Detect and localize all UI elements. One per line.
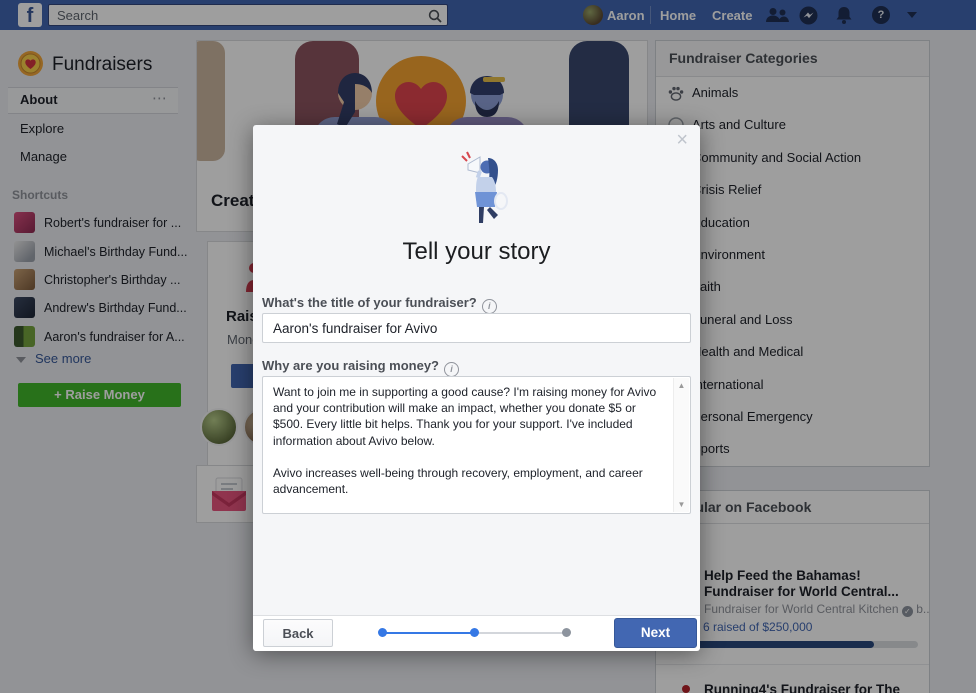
- facebook-fundraisers-page: f Aaron Home Create ? F: [0, 0, 976, 693]
- scroll-down-icon[interactable]: ▼: [674, 500, 689, 509]
- textarea-scrollbar[interactable]: ▲ ▼: [673, 378, 689, 512]
- next-button[interactable]: Next: [614, 618, 697, 648]
- info-icon[interactable]: i: [482, 299, 497, 314]
- megaphone-person-illustration: [444, 147, 510, 234]
- title-field-label: What's the title of your fundraiser? i: [262, 295, 497, 314]
- modal-footer: Back Next: [253, 615, 700, 651]
- progress-dot-3: [562, 628, 571, 637]
- modal-title: Tell your story: [253, 238, 700, 266]
- story-textarea-wrap: Want to join me in supporting a good cau…: [262, 376, 691, 514]
- back-button[interactable]: Back: [263, 619, 333, 647]
- progress-line-2: [474, 632, 566, 634]
- progress-dot-2: [470, 628, 479, 637]
- progress-dot-1: [378, 628, 387, 637]
- close-icon[interactable]: ×: [676, 129, 688, 152]
- progress-line-1: [382, 632, 474, 634]
- title-label-text: What's the title of your fundraiser?: [262, 295, 477, 310]
- fundraiser-story-textarea[interactable]: Want to join me in supporting a good cau…: [263, 377, 671, 513]
- scroll-up-icon[interactable]: ▲: [674, 381, 689, 390]
- tell-your-story-modal: × Tell your story What's the title of yo…: [253, 125, 700, 650]
- story-label-text: Why are you raising money?: [262, 358, 439, 373]
- story-field-label: Why are you raising money? i: [262, 358, 459, 377]
- fundraiser-title-input[interactable]: [262, 313, 691, 343]
- info-icon[interactable]: i: [444, 362, 459, 377]
